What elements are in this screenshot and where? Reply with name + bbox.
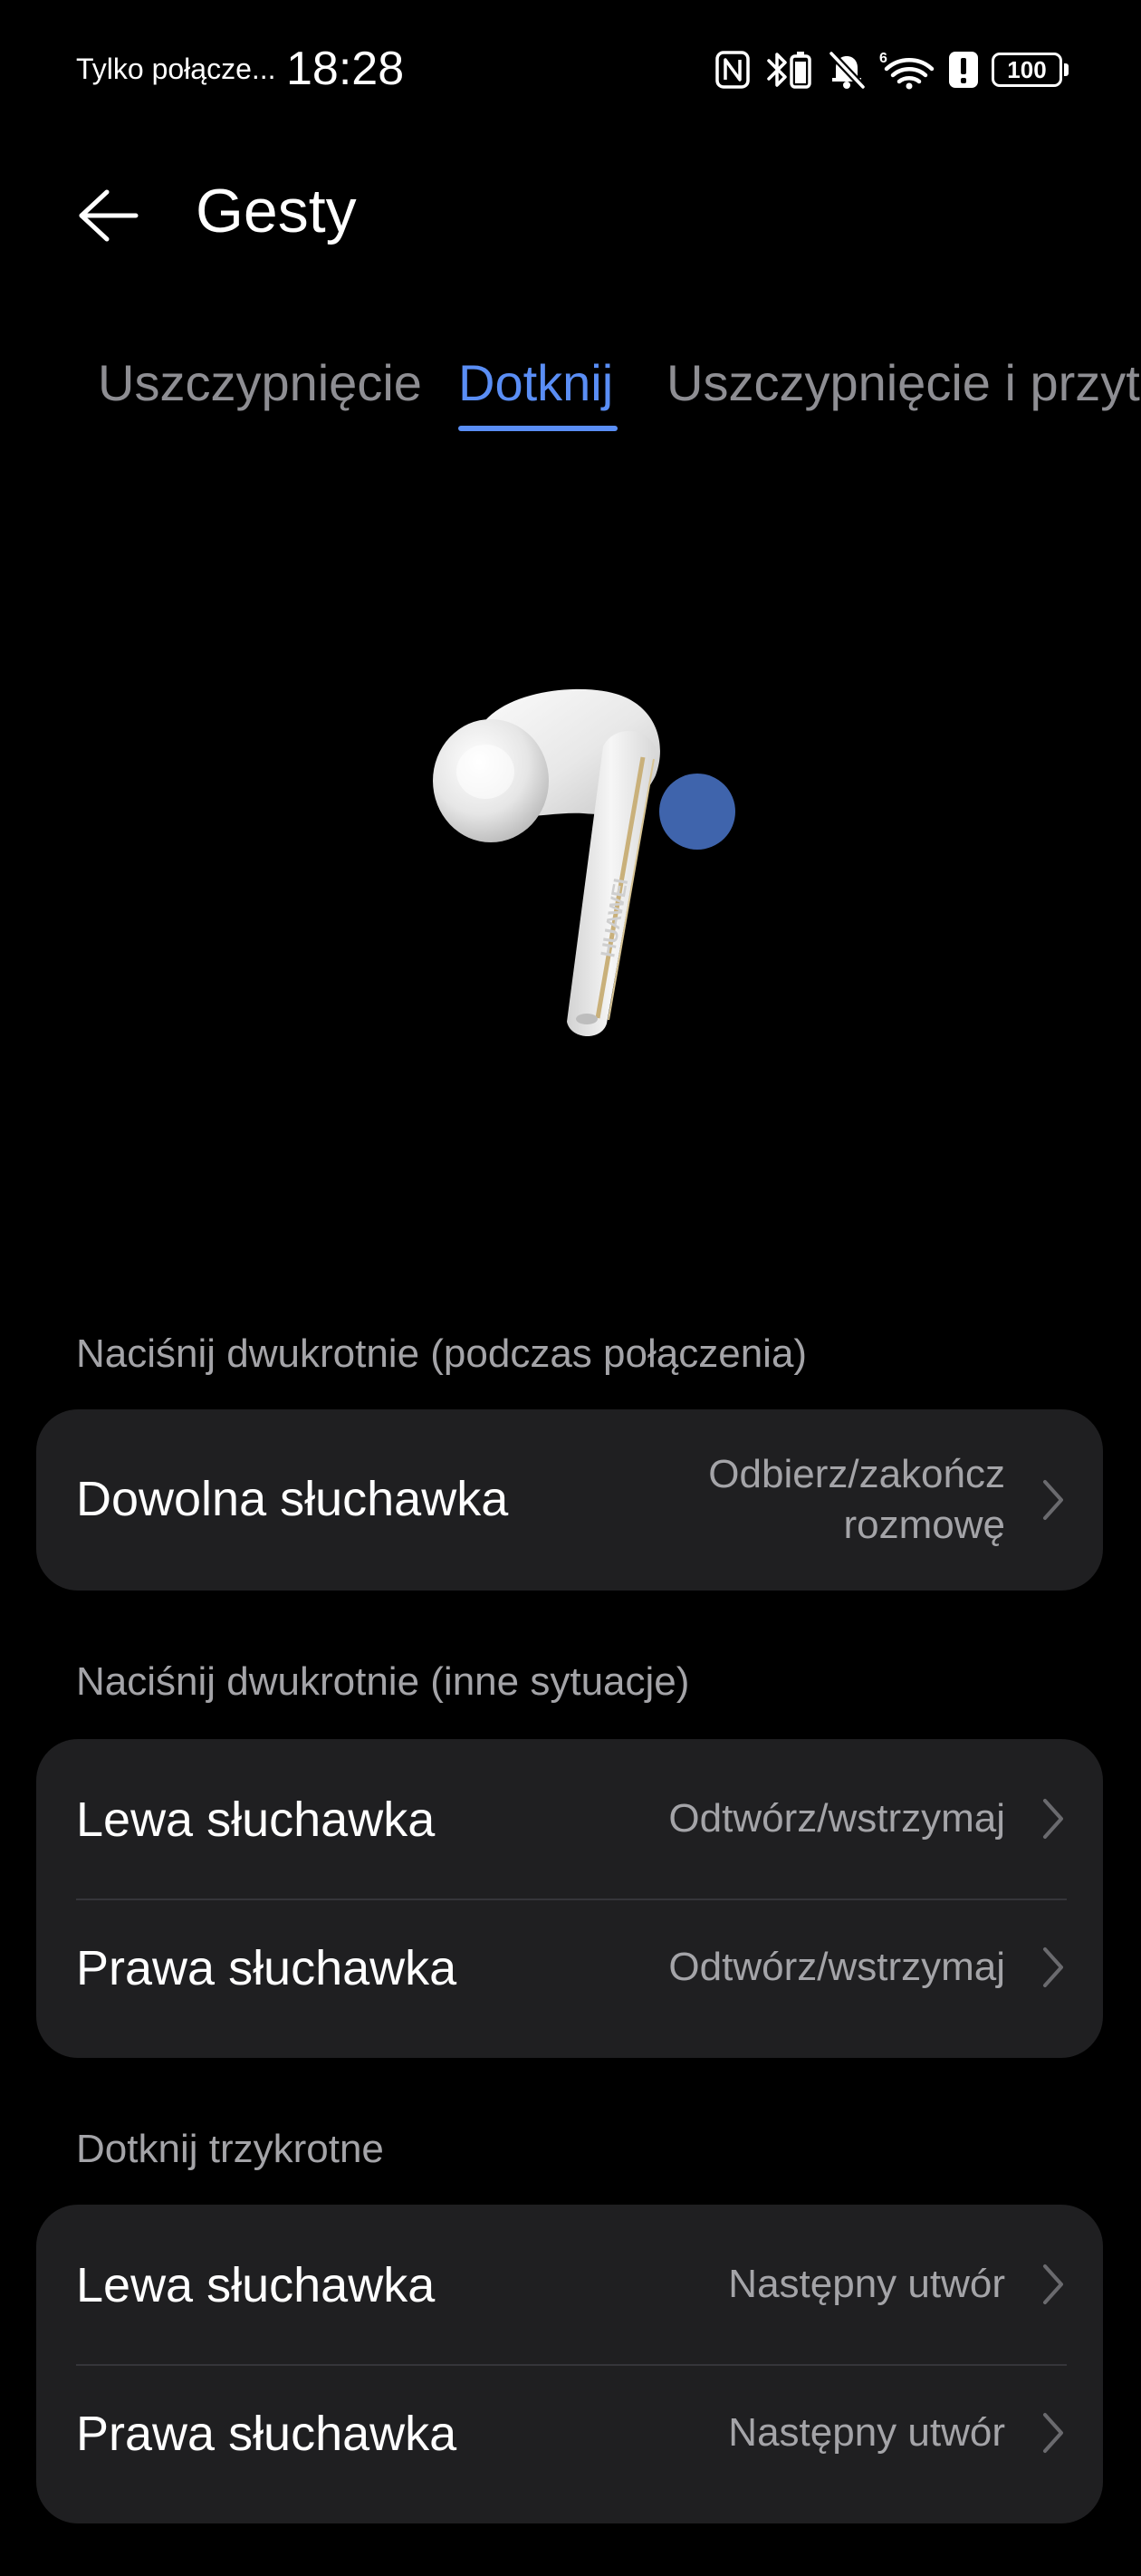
setting-row-right-earbud[interactable]: Prawa słuchawka Następny utwór: [36, 2364, 1103, 2523]
row-value: Odtwórz/wstrzymaj: [668, 1796, 1005, 1841]
svg-text:6: 6: [879, 51, 887, 66]
row-label: Lewa słuchawka: [76, 1793, 436, 1847]
row-label: Prawa słuchawka: [76, 1941, 457, 1995]
setting-row-left-earbud[interactable]: Lewa słuchawka Odtwórz/wstrzymaj: [36, 1739, 1103, 1898]
row-value: Odtwórz/wstrzymaj: [668, 1945, 1005, 1989]
tab-pinch-and-hold[interactable]: Uszczypnięcie i przyt: [666, 353, 1140, 412]
row-value: Następny utwór: [728, 2410, 1005, 2455]
section-header-double-tap-call: Naciśnij dwukrotnie (podczas połączenia): [76, 1331, 808, 1376]
active-tab-indicator: [458, 426, 618, 431]
chevron-right-icon: [1043, 1799, 1063, 1839]
tab-pinch[interactable]: Uszczypnięcie: [98, 353, 422, 412]
setting-row-left-earbud[interactable]: Lewa słuchawka Następny utwór: [36, 2205, 1103, 2364]
earbud-illustration: HUAWEI: [398, 670, 743, 1051]
section-header-double-tap-other: Naciśnij dwukrotnie (inne sytuacje): [76, 1659, 690, 1704]
setting-row-any-earbud[interactable]: Dowolna słuchawka Odbierz/zakończ rozmow…: [36, 1409, 1103, 1591]
battery-level: 100: [992, 53, 1062, 87]
row-label: Lewa słuchawka: [76, 2258, 436, 2312]
settings-card: Lewa słuchawka Następny utwór Prawa słuc…: [36, 2205, 1103, 2523]
back-arrow-icon: [79, 189, 139, 242]
row-label: Prawa słuchawka: [76, 2407, 457, 2461]
chevron-right-icon: [1043, 2264, 1063, 2304]
status-time: 18:28: [286, 43, 405, 95]
wifi-6-icon: 6: [879, 49, 935, 91]
settings-card: Dowolna słuchawka Odbierz/zakończ rozmow…: [36, 1409, 1103, 1591]
silent-bell-icon: [827, 49, 867, 91]
bluetooth-battery-icon: [763, 49, 814, 91]
setting-row-right-earbud[interactable]: Prawa słuchawka Odtwórz/wstrzymaj: [36, 1898, 1103, 2058]
chevron-right-icon: [1043, 1947, 1063, 1987]
battery-icon: 100: [992, 53, 1069, 87]
section-header-triple-tap: Dotknij trzykrotne: [76, 2127, 384, 2171]
nfc-icon: [714, 50, 751, 90]
row-value: Odbierz/zakończ rozmowę: [708, 1452, 1005, 1547]
row-label: Dowolna słuchawka: [76, 1472, 509, 1526]
chevron-right-icon: [1043, 1480, 1063, 1520]
tab-tap[interactable]: Dotknij: [458, 353, 613, 412]
status-icons: 6 100: [714, 47, 1069, 92]
settings-card: Lewa słuchawka Odtwórz/wstrzymaj Prawa s…: [36, 1739, 1103, 2058]
status-bar: Tylko połącze... 18:28 6 100: [0, 0, 1141, 145]
app-header: Gesty: [0, 163, 1141, 263]
page-title: Gesty: [196, 177, 357, 245]
row-value: Następny utwór: [728, 2262, 1005, 2306]
gesture-tabs: Uszczypnięcie Dotknij Uszczypnięcie i pr…: [0, 344, 1141, 435]
alert-icon: [948, 50, 979, 90]
carrier-label: Tylko połącze...: [76, 53, 276, 85]
back-button[interactable]: [69, 178, 145, 254]
chevron-right-icon: [1043, 2413, 1063, 2453]
